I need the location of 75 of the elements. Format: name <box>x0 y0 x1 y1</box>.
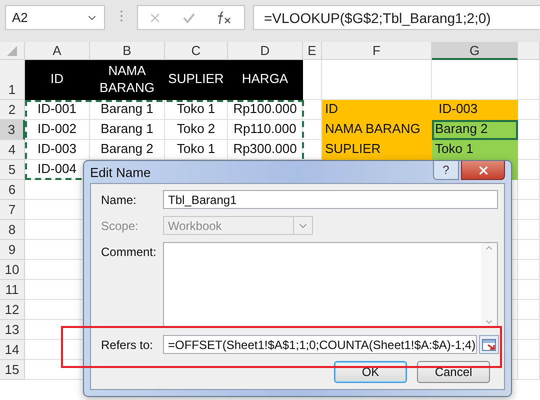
row-header[interactable]: 11 <box>0 280 25 300</box>
table-cell <box>518 100 540 120</box>
table-cell: Rp110.000 <box>228 120 303 140</box>
table-cell: ID-002 <box>25 120 90 140</box>
field-label: Scope: <box>101 218 140 233</box>
row-header[interactable]: 6 <box>0 180 25 200</box>
table-cell: ID <box>25 60 90 100</box>
ok-button[interactable]: OK <box>334 361 407 383</box>
triangle-icon <box>7 46 17 56</box>
table-cell: Toko 2 <box>165 120 228 140</box>
field-label: Name: <box>101 192 138 207</box>
field-label: Comment: <box>101 244 158 259</box>
row-header[interactable]: 4 <box>0 140 25 160</box>
row-header[interactable]: 2 <box>0 100 25 120</box>
table-cell: Rp300.000 <box>228 140 303 160</box>
table-cell: Toko 1 <box>165 100 228 120</box>
row-header[interactable]: 10 <box>0 260 25 280</box>
row-header[interactable]: 7 <box>0 200 25 220</box>
table-cell <box>518 60 540 100</box>
table-cell: SUPLIER <box>322 140 432 160</box>
table-cell: Barang 2 <box>432 120 518 140</box>
column-header[interactable]: D <box>228 42 303 60</box>
help-button[interactable]: ? <box>433 161 459 180</box>
refers-to-field[interactable]: =OFFSET(Sheet1!$A$1;1;0;COUNTA(Sheet1!$A:$A)-1;4) <box>163 335 477 354</box>
table-cell <box>303 140 322 160</box>
select-all-corner[interactable] <box>0 42 25 60</box>
table-cell <box>518 160 540 180</box>
column-header[interactable]: E <box>303 42 322 60</box>
close-icon <box>476 164 490 176</box>
row-header[interactable]: 14 <box>0 340 25 360</box>
comment-field[interactable] <box>163 242 498 328</box>
formula-field[interactable]: =VLOOKUP($G$2;Tbl_Barang1;2;0) <box>253 5 540 30</box>
table-cell: Toko 1 <box>165 140 228 160</box>
table-cell <box>518 140 540 160</box>
table-cell: Barang 2 <box>90 140 165 160</box>
table-cell: HARGA <box>228 60 303 100</box>
table-cell <box>518 120 540 140</box>
drag-handle-icon[interactable] <box>120 10 122 22</box>
row-header[interactable]: 8 <box>0 220 25 240</box>
row-header[interactable]: 15 <box>0 360 25 380</box>
check-icon[interactable] <box>182 10 196 24</box>
column-header[interactable]: B <box>90 42 165 60</box>
table-cell: ID <box>322 100 432 120</box>
column-header[interactable]: C <box>165 42 228 60</box>
row-header[interactable]: 5 <box>0 160 25 180</box>
column-header[interactable]: F <box>322 42 432 60</box>
table-cell: ID-003 <box>25 140 90 160</box>
row-header[interactable]: 9 <box>0 240 25 260</box>
dialog-title: Edit Name <box>90 164 151 180</box>
row-header[interactable]: 12 <box>0 300 25 320</box>
column-header[interactable]: A <box>25 42 90 60</box>
name-box[interactable]: A2 <box>5 5 105 30</box>
table-cell <box>303 60 322 100</box>
scrollbar[interactable] <box>481 243 497 327</box>
table-cell: SUPLIER <box>165 60 228 100</box>
table-cell: NAMA BARANG <box>90 60 165 100</box>
table-cell <box>303 100 322 120</box>
row-header[interactable]: 13 <box>0 320 25 340</box>
table-cell <box>303 120 322 140</box>
field-label: Refers to: <box>101 337 154 352</box>
table-cell: ID-003 <box>432 100 518 120</box>
cancel-button[interactable]: Cancel <box>417 361 490 383</box>
range-select-button[interactable] <box>478 335 499 354</box>
close-button[interactable] <box>461 161 505 180</box>
table-cell: Barang 1 <box>90 100 165 120</box>
row-header[interactable]: 1 <box>0 60 25 100</box>
table-cell: NAMA BARANG <box>322 120 432 140</box>
column-header[interactable] <box>518 42 540 60</box>
table-cell: ID-001 <box>25 100 90 120</box>
range-select-icon <box>482 338 496 350</box>
column-header[interactable]: G <box>432 42 518 60</box>
name-field[interactable]: Tbl_Barang1 <box>163 190 498 209</box>
table-cell: Barang 1 <box>90 120 165 140</box>
row-header[interactable]: 3 <box>0 120 25 140</box>
table-cell: Toko 1 <box>432 140 518 160</box>
